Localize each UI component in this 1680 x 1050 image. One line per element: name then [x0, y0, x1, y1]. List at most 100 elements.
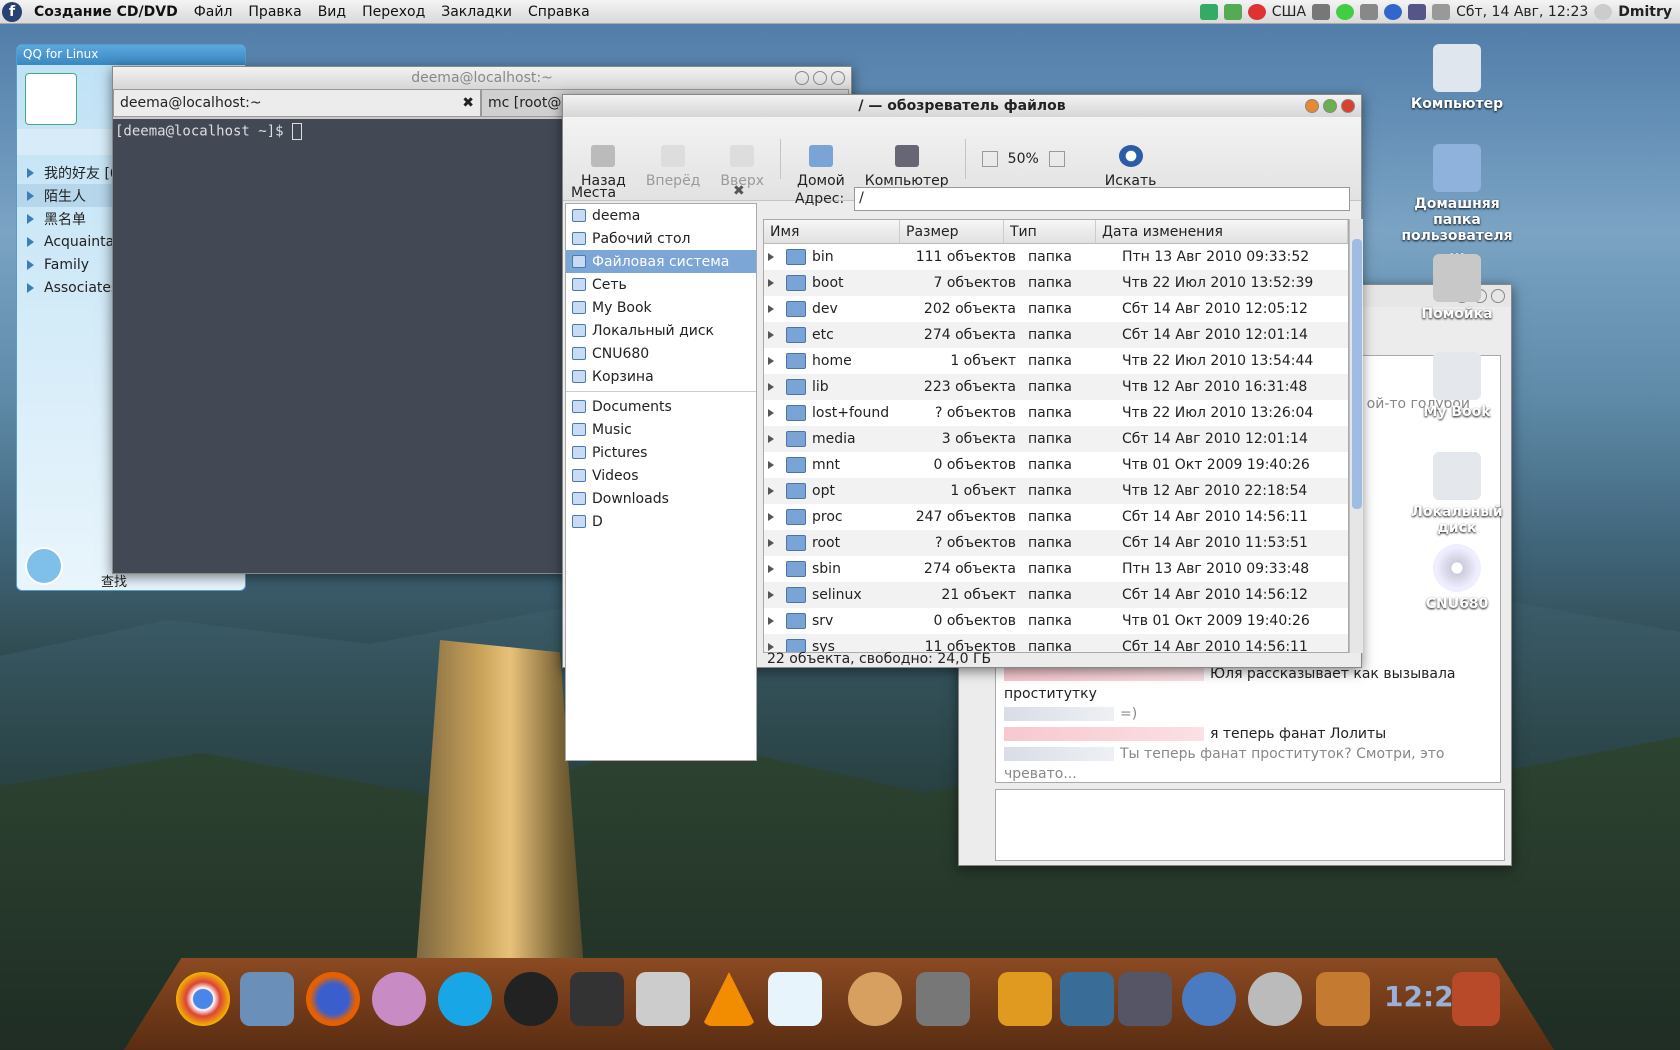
keyboard-layout[interactable]: США — [1272, 4, 1306, 20]
file-row[interactable]: lost+found? объектов папка Чтв 22 Июл 2010… — [764, 400, 1348, 426]
back-button[interactable]: Назад — [571, 129, 636, 189]
file-row[interactable]: bin 111 объектов папка Птн 13 Авг 2010 09:3… — [764, 244, 1348, 270]
torii-icon[interactable] — [1452, 972, 1500, 1026]
expander-icon[interactable] — [768, 253, 774, 261]
computer-button[interactable]: Компьютер — [855, 129, 959, 189]
sidebar-place[interactable]: deema — [566, 204, 756, 227]
expander-icon[interactable] — [768, 305, 774, 313]
notes-icon[interactable] — [1432, 4, 1451, 20]
close-tab-icon[interactable]: ✖ — [462, 95, 474, 111]
sidebar-place[interactable]: Рабочий стол — [566, 227, 756, 250]
skype-icon[interactable] — [438, 972, 492, 1026]
bluetooth-icon[interactable] — [1384, 4, 1403, 20]
address-field[interactable]: / — [854, 187, 1351, 211]
menu-view[interactable]: Вид — [310, 4, 354, 20]
home-button[interactable]: Домой — [787, 129, 855, 189]
fedora-logo-icon[interactable]: f — [2, 1, 22, 22]
expander-icon[interactable] — [768, 409, 774, 417]
file-row[interactable]: srv 0 объектов папка Чтв 01 Окт 2009 19:40:… — [764, 608, 1348, 634]
sidebar-place[interactable]: CNU680 — [566, 342, 756, 365]
sidebar-place[interactable]: Файловая система — [566, 250, 756, 273]
qq-tray-icon[interactable] — [1247, 4, 1266, 20]
desktop-icon-cd[interactable]: CNU680 — [1392, 544, 1522, 612]
disk-icon[interactable] — [636, 972, 690, 1026]
sidebar-place[interactable]: Корзина — [566, 365, 756, 388]
file-row[interactable]: sbin 274 объекта папка Птн 13 Авг 2010 09:3… — [764, 556, 1348, 582]
close-sidebar-icon[interactable]: ✖ — [733, 183, 745, 199]
desktop-icon-home[interactable]: Домашняя папка пользователя ... — [1392, 144, 1522, 260]
file-row[interactable]: home 1 объект папка Чтв 22 Июл 2010 13:54:4… — [764, 348, 1348, 374]
archive-icon[interactable] — [1316, 972, 1370, 1026]
column-size[interactable]: Размер — [900, 220, 1004, 243]
desktop-icon[interactable] — [1060, 972, 1114, 1026]
sidebar-place[interactable]: Сеть — [566, 273, 756, 296]
desktop-icon-trash[interactable]: Помойка — [1392, 254, 1522, 322]
expander-icon[interactable] — [768, 513, 774, 521]
file-row[interactable]: etc 274 объекта папка Сбт 14 Авг 2010 12:01… — [764, 322, 1348, 348]
qq-avatar[interactable] — [25, 73, 77, 125]
lotus-icon[interactable] — [372, 972, 426, 1026]
sidebar-bookmark[interactable]: Pictures — [566, 441, 756, 464]
expander-icon[interactable] — [768, 461, 774, 469]
clock[interactable]: Сбт, 14 Авг, 12:23 — [1456, 4, 1588, 20]
sidebar-bookmark[interactable]: D — [566, 510, 756, 533]
sidebar-place[interactable]: My Book — [566, 296, 756, 319]
workspace-switcher-icon[interactable] — [1118, 972, 1172, 1026]
menu-file[interactable]: Файл — [186, 4, 241, 20]
app-icon[interactable] — [768, 972, 822, 1026]
expander-icon[interactable] — [768, 617, 774, 625]
menu-help[interactable]: Справка — [520, 4, 598, 20]
monitor-icon[interactable] — [1312, 4, 1331, 20]
network-icon[interactable] — [1408, 4, 1427, 20]
sidebar-bookmark[interactable]: Documents — [566, 395, 756, 418]
expander-icon[interactable] — [768, 383, 774, 391]
expander-icon[interactable] — [768, 279, 774, 287]
up-button[interactable]: Вверх — [710, 129, 774, 189]
expander-icon[interactable] — [768, 487, 774, 495]
menu-go[interactable]: Переход — [354, 4, 433, 20]
column-type[interactable]: Тип — [1004, 220, 1096, 243]
expander-icon[interactable] — [768, 565, 774, 573]
file-list-scrollbar[interactable] — [1349, 219, 1363, 653]
chrome-icon[interactable] — [176, 972, 230, 1026]
terminal-tab[interactable]: deema@localhost:~ ✖ — [113, 89, 481, 117]
expander-icon[interactable] — [768, 357, 774, 365]
username[interactable]: Dmitry — [1618, 4, 1672, 20]
update-icon[interactable] — [1336, 4, 1355, 20]
firefox-icon[interactable] — [306, 972, 360, 1026]
app-icon[interactable] — [998, 972, 1052, 1026]
expander-icon[interactable] — [768, 643, 774, 651]
menu-edit[interactable]: Правка — [240, 4, 309, 20]
file-row[interactable]: mnt 0 объектов папка Чтв 01 Окт 2009 19:40:… — [764, 452, 1348, 478]
nautilus-icon[interactable] — [848, 972, 902, 1026]
file-row[interactable]: media 3 объекта папка Сбт 14 Авг 2010 12:01… — [764, 426, 1348, 452]
file-row[interactable]: dev 202 объекта папка Сбт 14 Авг 2010 12:05… — [764, 296, 1348, 322]
file-row[interactable]: opt 1 объект папка Чтв 12 Авг 2010 22:18:54 — [764, 478, 1348, 504]
forward-button[interactable]: Вперёд — [636, 129, 711, 189]
mail-icon[interactable] — [1248, 972, 1302, 1026]
terminal-icon[interactable] — [570, 972, 624, 1026]
menu-bookmarks[interactable]: Закладки — [433, 4, 520, 20]
desktop-icon-mybook[interactable]: My Book — [1392, 352, 1522, 420]
terminal-titlebar[interactable]: deema@localhost:~ — [113, 67, 851, 89]
sidebar-bookmark[interactable]: Downloads — [566, 487, 756, 510]
sidebar-place[interactable]: Локальный диск — [566, 319, 756, 342]
workspace2-icon[interactable] — [1223, 4, 1242, 20]
zoom-out-button[interactable] — [981, 150, 998, 167]
file-row[interactable]: lib 223 объекта папка Чтв 12 Авг 2010 16:31… — [764, 374, 1348, 400]
column-name[interactable]: Имя — [764, 220, 900, 243]
gimp-icon[interactable] — [916, 972, 970, 1026]
chat-input[interactable] — [995, 789, 1505, 861]
expander-icon[interactable] — [768, 591, 774, 599]
search-button[interactable]: Искать — [1095, 129, 1167, 189]
app-icon[interactable] — [240, 972, 294, 1026]
expander-icon[interactable] — [768, 331, 774, 339]
qq-icon[interactable] — [504, 972, 558, 1026]
zoom-in-button[interactable] — [1048, 150, 1065, 167]
expander-icon[interactable] — [768, 435, 774, 443]
volume-icon[interactable] — [1360, 4, 1379, 20]
sidebar-bookmark[interactable]: Videos — [566, 464, 756, 487]
file-row[interactable]: proc 247 объектов папка Сбт 14 Авг 2010 14:… — [764, 504, 1348, 530]
fm-titlebar[interactable]: / — обозреватель файлов — [563, 95, 1361, 117]
desktop-icon-computer[interactable]: Компьютер — [1392, 44, 1522, 112]
